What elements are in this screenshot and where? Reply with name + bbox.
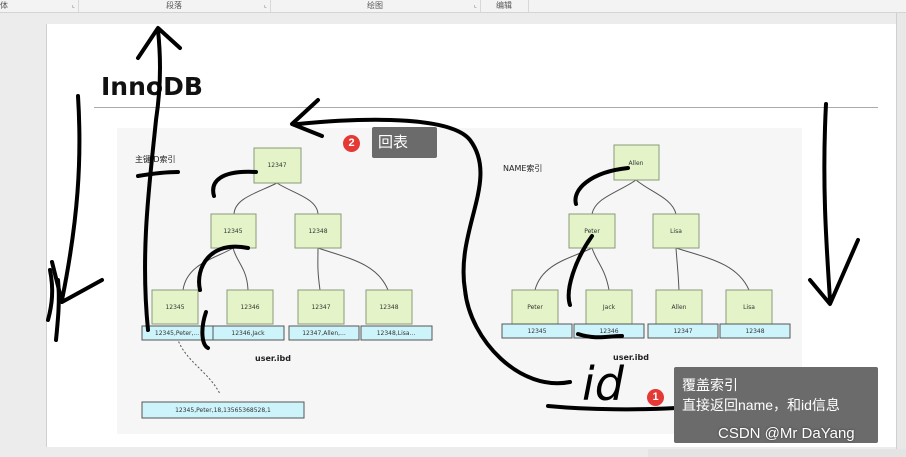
ribbon-group-font[interactable]: 体 ⌞: [0, 0, 79, 12]
tooltip-title: 覆盖索引: [682, 377, 738, 393]
step-badge: 2: [343, 135, 360, 152]
row-label: 12348: [745, 328, 764, 335]
ribbon-group-label: 绘图: [367, 1, 383, 10]
node-label: 12346: [240, 304, 259, 311]
ribbon-group-label: 编辑: [496, 1, 512, 10]
dialog-launcher-icon[interactable]: ⌞: [264, 0, 267, 11]
step-badge: 1: [647, 389, 664, 406]
ribbon-group-label: 段落: [166, 1, 182, 10]
node-label: 12348: [308, 228, 327, 235]
watermark: CSDN @Mr DaYang: [718, 425, 855, 442]
node-label: 12345: [165, 304, 184, 311]
vertical-scrollbar[interactable]: [896, 13, 906, 457]
back-to-table-tooltip: 回表: [372, 127, 437, 158]
row-label: 12347: [673, 328, 692, 335]
ribbon-group-editing[interactable]: 编辑: [480, 0, 529, 12]
node-label: 12345: [223, 228, 242, 235]
row-label: 12347,Allen,...: [302, 330, 346, 337]
dialog-launcher-icon[interactable]: ⌞: [474, 0, 477, 11]
detail-row-label: 12345,Peter,18,13565368528,1: [175, 407, 271, 414]
node-label: Jack: [602, 304, 616, 311]
tooltip-text: 直接返回name，和id信息: [682, 397, 840, 413]
row-label: 12345: [527, 328, 546, 335]
node-label: 12347: [311, 304, 330, 311]
row-label: 12345,Peter,...: [155, 330, 199, 337]
node-label: Lisa: [743, 304, 755, 311]
row-label: 12348,Lisa...: [377, 330, 416, 337]
ribbon-group-label: 体: [0, 1, 8, 10]
title-divider: [94, 107, 878, 108]
node-label: Allen: [629, 160, 644, 167]
ribbon-group-paragraph[interactable]: 段落 ⌞: [78, 0, 271, 12]
status-bar: [648, 449, 906, 457]
ribbon-bar: 体 ⌞ 段落 ⌞ 绘图 ⌞ 编辑: [0, 0, 906, 13]
pk-caption: 主键ID索引: [135, 154, 176, 164]
node-label: Peter: [584, 228, 600, 235]
node-label: 12348: [379, 304, 398, 311]
ribbon-group-drawing[interactable]: 绘图 ⌞: [270, 0, 481, 12]
node-label: Lisa: [670, 228, 682, 235]
node-label: Peter: [527, 304, 543, 311]
pk-file-label: user.ibd: [255, 354, 291, 363]
tooltip-text: 回表: [378, 134, 409, 151]
node-label: Allen: [672, 304, 687, 311]
node-label: 12347: [267, 162, 286, 169]
dialog-launcher-icon[interactable]: ⌞: [72, 0, 75, 11]
row-label: 12346,Jack: [231, 330, 265, 337]
row-label: 12346: [599, 328, 618, 335]
slide-panel: [0, 13, 46, 457]
name-file-label: user.ibd: [613, 353, 649, 362]
name-caption: NAME索引: [503, 163, 542, 173]
slide-title: InnoDB: [101, 72, 203, 101]
